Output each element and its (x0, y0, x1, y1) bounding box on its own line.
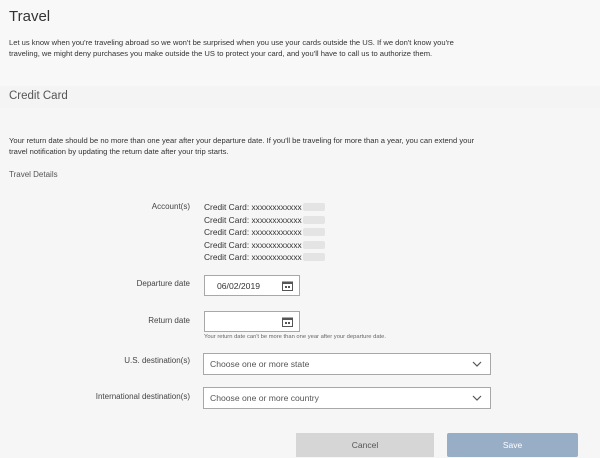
account-item: Credit Card: xxxxxxxxxxxx (204, 214, 325, 227)
chevron-down-icon[interactable] (472, 394, 482, 402)
save-button[interactable]: Save (447, 433, 578, 457)
international-destination-placeholder: Choose one or more country (210, 393, 319, 403)
return-date-help-text: Your return date can't be more than one … (204, 334, 386, 340)
account-number: Credit Card: xxxxxxxxxxxx (204, 202, 302, 212)
account-item: Credit Card: xxxxxxxxxxxx (204, 226, 325, 239)
return-date-label: Return date (148, 316, 190, 325)
redacted-digits (302, 228, 325, 236)
international-destination-select[interactable]: Choose one or more country (203, 387, 491, 409)
account-number: Credit Card: xxxxxxxxxxxx (204, 239, 302, 250)
return-date-input[interactable] (204, 311, 300, 332)
travel-details-heading: Travel Details (9, 170, 58, 179)
redacted-digits (302, 253, 325, 261)
accounts-list: Credit Card: xxxxxxxxxxxx Credit Card: x… (204, 201, 325, 264)
calendar-icon[interactable] (282, 281, 293, 291)
account-item: Credit Card: xxxxxxxxxxxx (204, 239, 325, 252)
travel-section: Travel Let us know when you're traveling… (0, 0, 600, 86)
redacted-digits (302, 215, 325, 224)
travel-form: Your return date should be no more than … (0, 108, 600, 458)
chevron-down-icon[interactable] (472, 360, 482, 368)
cancel-button[interactable]: Cancel (296, 433, 434, 457)
credit-card-title: Credit Card (9, 90, 68, 102)
international-destination-label: International destination(s) (95, 392, 190, 401)
account-item: Credit Card: xxxxxxxxxxxx (204, 201, 325, 214)
credit-card-header: Credit Card (0, 86, 600, 109)
page-title: Travel (9, 8, 51, 25)
account-number: Credit Card: xxxxxxxxxxxx (204, 252, 302, 262)
us-destination-label: U.S. destination(s) (124, 356, 190, 365)
us-destination-select[interactable]: Choose one or more state (203, 353, 491, 375)
account-number: Credit Card: xxxxxxxxxxxx (204, 214, 302, 225)
departure-date-value: 06/02/2019 (217, 281, 261, 291)
account-item: Credit Card: xxxxxxxxxxxx (204, 251, 325, 264)
travel-intro-text: Let us know when you're traveling abroad… (9, 38, 454, 58)
calendar-icon[interactable] (282, 317, 293, 327)
account-number: Credit Card: xxxxxxxxxxxx (204, 227, 302, 237)
departure-date-label: Departure date (136, 279, 190, 288)
return-date-note: Your return date should be no more than … (9, 136, 475, 156)
redacted-digits (302, 203, 325, 211)
us-destination-placeholder: Choose one or more state (210, 359, 310, 369)
accounts-label: Account(s) (151, 202, 190, 211)
departure-date-input[interactable]: 06/02/2019 (204, 275, 300, 296)
redacted-digits (302, 240, 325, 249)
